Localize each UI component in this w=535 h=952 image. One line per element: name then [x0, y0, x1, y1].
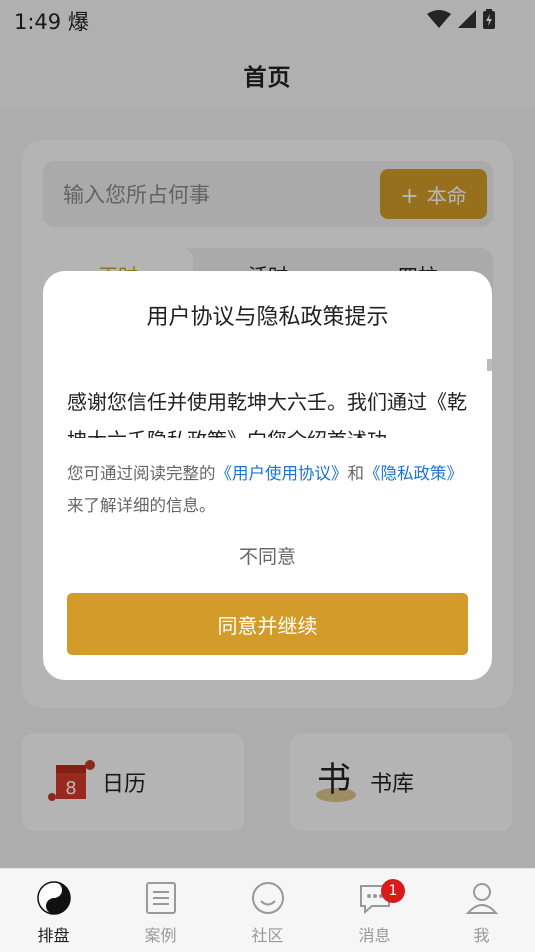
note-and: 和: [347, 464, 365, 483]
dialog-scrollbar[interactable]: [487, 359, 492, 371]
nav-item-community[interactable]: 社区: [214, 881, 321, 946]
terms-link[interactable]: 《用户使用协议》: [216, 464, 348, 483]
privacy-link[interactable]: 《隐私政策》: [364, 464, 463, 483]
yin-yang-icon: [36, 881, 71, 915]
user-icon: [465, 883, 498, 914]
agree-button[interactable]: 同意并继续: [67, 593, 468, 655]
unread-badge: 1: [381, 879, 405, 903]
dialog-note: 您可通过阅读完整的《用户使用协议》和《隐私政策》来了解详细的信息。: [67, 458, 468, 522]
note-suffix: 来了解详细的信息。: [67, 496, 216, 515]
nav-item-cases[interactable]: 案例: [107, 881, 214, 946]
nav-item-messages[interactable]: 1 消息: [321, 879, 428, 946]
nav-label: 社区: [251, 926, 284, 945]
nav-label: 排盘: [37, 926, 70, 945]
nav-item-paipan[interactable]: 排盘: [0, 881, 107, 946]
bottom-nav: 排盘 案例 社区 1 消息 我: [0, 868, 535, 952]
disagree-button[interactable]: 不同意: [43, 542, 492, 569]
nav-label: 案例: [144, 926, 177, 945]
document-icon: [145, 882, 176, 914]
nav-label: 消息: [358, 926, 391, 945]
nav-item-me[interactable]: 我: [428, 881, 535, 946]
dialog-title: 用户协议与隐私政策提示: [146, 305, 389, 330]
dialog-body: 感谢您信任并使用乾坤大六壬。我们通过《乾坤大六壬隐私政策》向您介绍首述功: [67, 390, 467, 438]
nav-label: 我: [473, 926, 490, 945]
note-prefix: 您可通过阅读完整的: [67, 464, 216, 483]
smile-icon: [251, 882, 284, 914]
privacy-dialog: 用户协议与隐私政策提示 感谢您信任并使用乾坤大六壬。我们通过《乾坤大六壬隐私政策…: [43, 271, 492, 680]
